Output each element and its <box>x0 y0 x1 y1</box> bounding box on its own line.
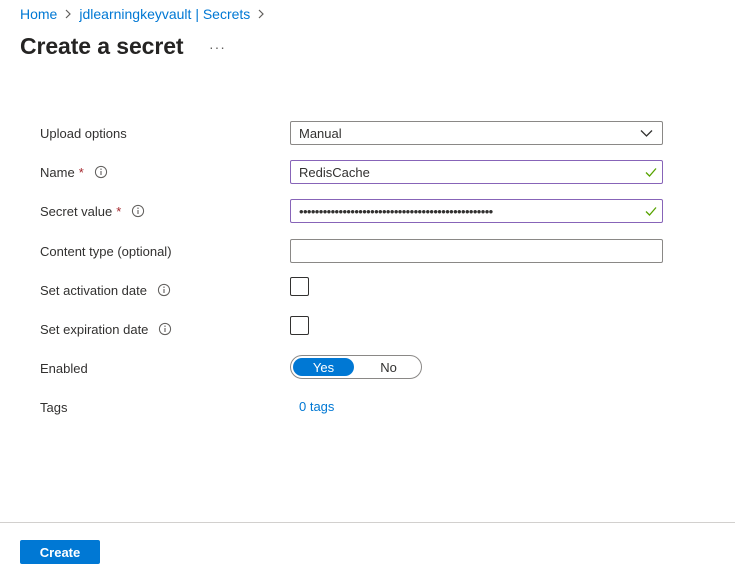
expiration-date-label-text: Set expiration date <box>40 321 149 337</box>
more-options-button[interactable]: ··· <box>207 39 227 55</box>
content-type-label-text: Content type (optional) <box>40 243 172 259</box>
checkmark-icon <box>645 168 657 177</box>
page-title: Create a secret <box>20 33 184 59</box>
enabled-label-text: Enabled <box>40 360 88 376</box>
enabled-yes-option[interactable]: Yes <box>293 358 354 376</box>
required-marker: * <box>78 164 84 180</box>
info-icon[interactable] <box>157 283 171 297</box>
footer-divider <box>0 522 735 523</box>
tags-label: Tags <box>40 394 67 420</box>
expiration-date-label: Set expiration date <box>40 316 172 342</box>
enabled-label: Enabled <box>40 355 88 381</box>
chevron-right-icon <box>59 9 77 19</box>
content-type-row: Content type (optional) <box>0 238 735 264</box>
secret-value-label-text: Secret value <box>40 203 113 219</box>
tags-label-text: Tags <box>40 399 68 415</box>
activation-date-row: Set activation date <box>0 277 735 303</box>
upload-options-label-text: Upload options <box>40 125 127 141</box>
content-type-input[interactable] <box>290 239 663 263</box>
upload-options-label: Upload options <box>40 120 127 146</box>
tags-link[interactable]: 0 tags <box>299 399 334 414</box>
info-icon[interactable] <box>158 322 172 336</box>
chevron-down-icon <box>640 130 653 137</box>
name-input[interactable]: RedisCache <box>290 160 663 184</box>
expiration-date-checkbox[interactable] <box>290 316 309 335</box>
secret-value-label: Secret value * <box>40 198 145 224</box>
expiration-date-row: Set expiration date <box>0 316 735 342</box>
checkmark-icon <box>645 207 657 216</box>
breadcrumb: Home jdlearningkeyvault | Secrets <box>20 5 272 23</box>
activation-date-label-text: Set activation date <box>40 282 147 298</box>
chevron-right-icon <box>252 9 270 19</box>
required-marker: * <box>116 203 122 219</box>
enabled-toggle: Yes No <box>290 355 422 379</box>
info-icon[interactable] <box>131 204 145 218</box>
secret-value-input[interactable]: ••••••••••••••••••••••••••••••••••••••••… <box>290 199 663 223</box>
enabled-row: Enabled Yes No <box>0 355 735 381</box>
info-icon[interactable] <box>94 165 108 179</box>
upload-options-dropdown[interactable]: Manual <box>290 121 663 145</box>
breadcrumb-home-link[interactable]: Home <box>20 6 57 22</box>
breadcrumb-secrets-link[interactable]: jdlearningkeyvault | Secrets <box>79 6 250 22</box>
activation-date-label: Set activation date <box>40 277 171 303</box>
upload-options-row: Upload options Manual <box>0 120 735 146</box>
activation-date-checkbox[interactable] <box>290 277 309 296</box>
content-type-label: Content type (optional) <box>40 238 172 264</box>
name-label-text: Name <box>40 164 75 180</box>
upload-options-value: Manual <box>299 125 342 141</box>
tags-row: Tags 0 tags <box>0 394 735 420</box>
secret-value-row: Secret value * •••••••••••••••••••••••••… <box>0 198 735 224</box>
enabled-no-option[interactable]: No <box>358 358 419 376</box>
secret-value-masked: ••••••••••••••••••••••••••••••••••••••••… <box>299 203 493 219</box>
name-label: Name * <box>40 159 108 185</box>
name-input-value: RedisCache <box>299 164 370 180</box>
title-row: Create a secret ··· <box>20 33 227 60</box>
create-button[interactable]: Create <box>20 540 100 564</box>
name-row: Name * RedisCache <box>0 159 735 185</box>
